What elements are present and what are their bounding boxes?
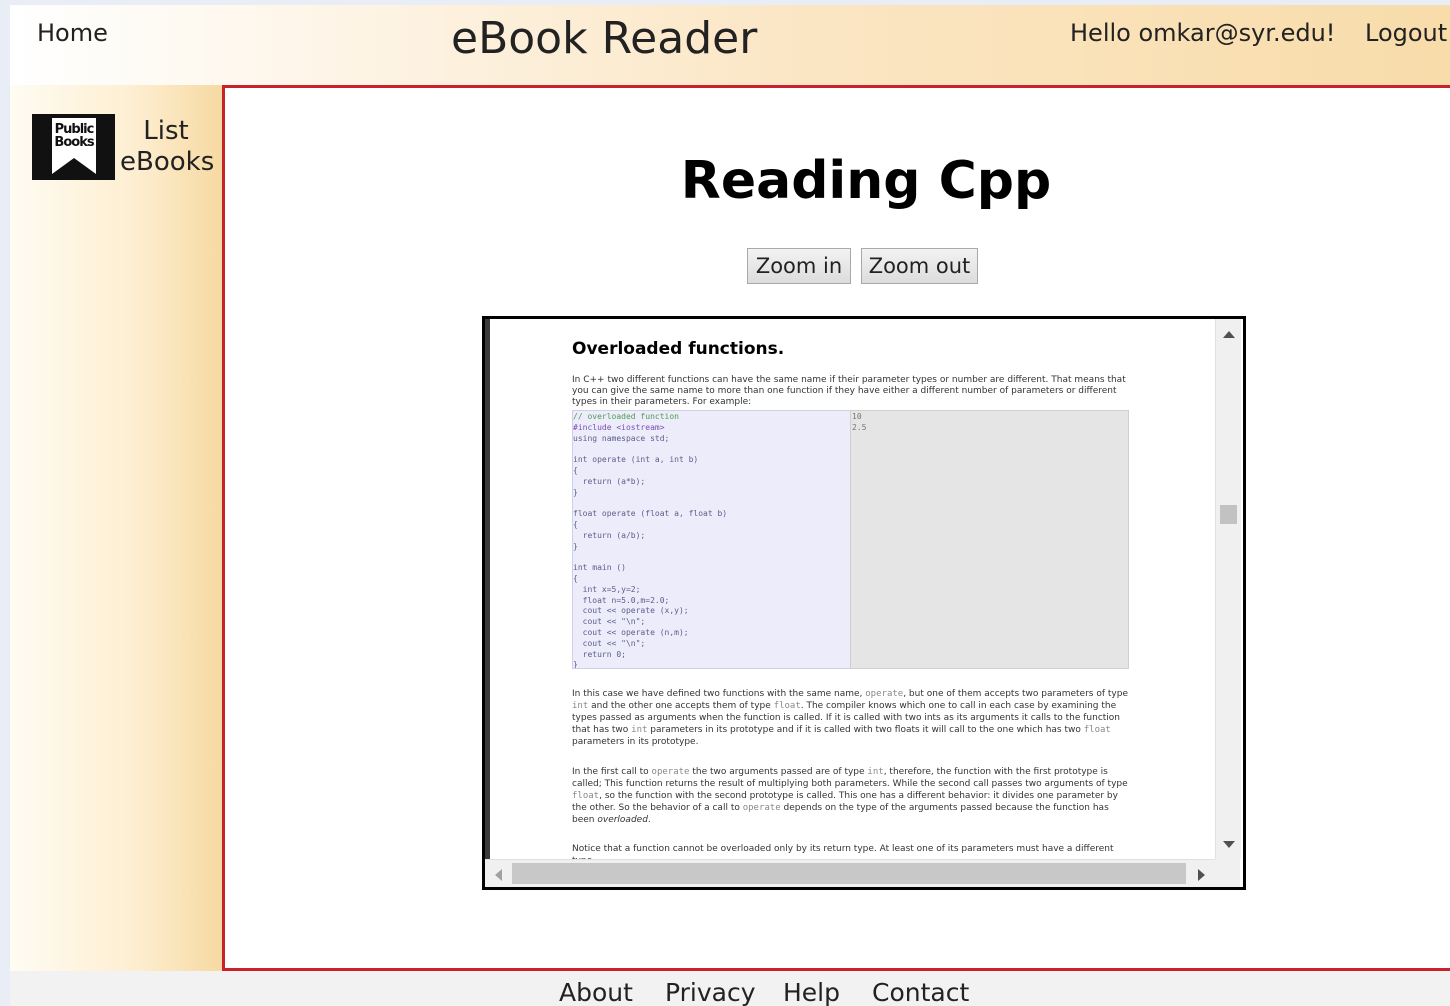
text-run: and the other one accepts them of type [588,701,774,711]
footer-link-help[interactable]: Help [783,978,840,1006]
vertical-scroll-thumb[interactable] [1220,505,1237,524]
code-line: { [573,519,578,529]
text-run: , but one of them accepts two parameters… [903,689,1128,699]
horizontal-scrollbar[interactable] [485,859,1215,887]
code-line: float operate (float a, float b) [573,509,728,519]
inline-code: float [773,701,801,711]
inline-code: float [572,791,600,801]
sidebar: Public Books List eBooks [10,85,222,971]
footer-link-about[interactable]: About [559,978,633,1006]
scroll-left-icon[interactable] [495,869,502,881]
inline-code: operate [865,689,904,699]
app-title: eBook Reader [451,13,758,64]
logout-link[interactable]: Logout [1365,19,1447,47]
text-run: parameters in its prototype and if it is… [647,725,1084,735]
intro-paragraph: In C++ two different functions can have … [572,375,1126,407]
code-line: // overloaded function [573,412,679,421]
text-run: the two arguments passed are of type [689,767,868,777]
ebook-viewer[interactable]: Overloaded functions. In C++ two differe… [482,316,1246,890]
vertical-scrollbar[interactable] [1215,319,1241,859]
list-ebooks-label[interactable]: List eBooks [120,116,214,178]
code-line: { [573,465,578,475]
code-line: } [573,660,578,669]
book-title: Reading Cpp [680,151,1052,211]
inline-code: float [1083,725,1111,735]
code-text: // overloaded function #include <iostrea… [573,412,850,669]
explanation-paragraph-3: Notice that a function cannot be overloa… [572,844,1114,859]
browser-viewport: Home eBook Reader Hello omkar@syr.edu! L… [10,5,1450,1006]
explanation-paragraph-1: In this case we have defined two functio… [572,688,1128,748]
scrollbar-corner [1215,859,1240,887]
list-ebooks-link[interactable]: Public Books List eBooks [32,114,217,184]
code-line: int operate (int a, int b) [573,455,699,465]
code-output: 10 2.5 [850,410,1129,669]
scroll-right-icon[interactable] [1198,869,1205,881]
code-line: return (a*b); [582,476,646,486]
user-greeting: Hello omkar@syr.edu! [1070,19,1336,47]
logo-lettering: Public Books [54,122,94,150]
scroll-up-icon[interactable] [1223,331,1235,338]
code-line: int x=5,y=2; [582,584,641,594]
code-line: float n=5.0,m=2.0; [582,595,670,605]
header-bar: Home eBook Reader Hello omkar@syr.edu! L… [10,5,1450,85]
code-line: cout << "\n"; [582,638,646,648]
code-line: cout << operate (n,m); [582,627,689,637]
code-line: return (a/b); [582,530,646,540]
inline-code: int [631,725,648,735]
footer-link-privacy[interactable]: Privacy [665,978,756,1006]
main-content: Reading Cpp Zoom in Zoom out Overloaded … [222,85,1450,971]
text-run: parameters in its prototype. [572,737,699,747]
zoom-out-button[interactable]: Zoom out [861,248,978,284]
code-line: int main () [573,563,626,573]
output-text: 10 2.5 [852,412,1128,434]
footer-link-contact[interactable]: Contact [872,978,969,1006]
code-example: // overloaded function #include <iostrea… [572,410,851,669]
code-line: using namespace std; [573,433,670,443]
footer: About Privacy Help Contact [10,971,1450,1006]
document-heading: Overloaded functions. [572,339,785,359]
inline-code: operate [651,767,690,777]
text-run: In this case we have defined two functio… [572,689,866,699]
inline-code: int [572,701,589,711]
zoom-in-button[interactable]: Zoom in [747,248,851,284]
explanation-paragraph-2: In the first call to operate the two arg… [572,766,1128,826]
scroll-down-icon[interactable] [1223,841,1235,848]
public-books-logo-icon[interactable]: Public Books [32,114,115,180]
emphasis-text: overloaded [597,815,648,825]
code-line: cout << operate (x,y); [582,606,689,616]
code-line: #include <iostream> [573,422,665,432]
horizontal-scroll-thumb[interactable] [512,863,1186,884]
inline-code: int [867,767,884,777]
logo-ribbon [52,158,96,174]
code-line: } [573,487,578,497]
inline-code: operate [742,803,781,813]
logo-text: Public Books [52,123,96,149]
document-page: Overloaded functions. In C++ two differe… [485,319,1215,859]
text-run: In the first call to [572,767,652,777]
output-line: 10 [852,412,862,421]
code-line: { [573,573,578,583]
code-line: return 0; [582,649,626,659]
text-run: . [647,815,651,825]
code-line: } [573,541,578,551]
page-left-edge [485,319,490,859]
home-link[interactable]: Home [37,19,108,47]
code-line: cout << "\n"; [582,617,646,627]
output-line: 2.5 [852,422,867,432]
